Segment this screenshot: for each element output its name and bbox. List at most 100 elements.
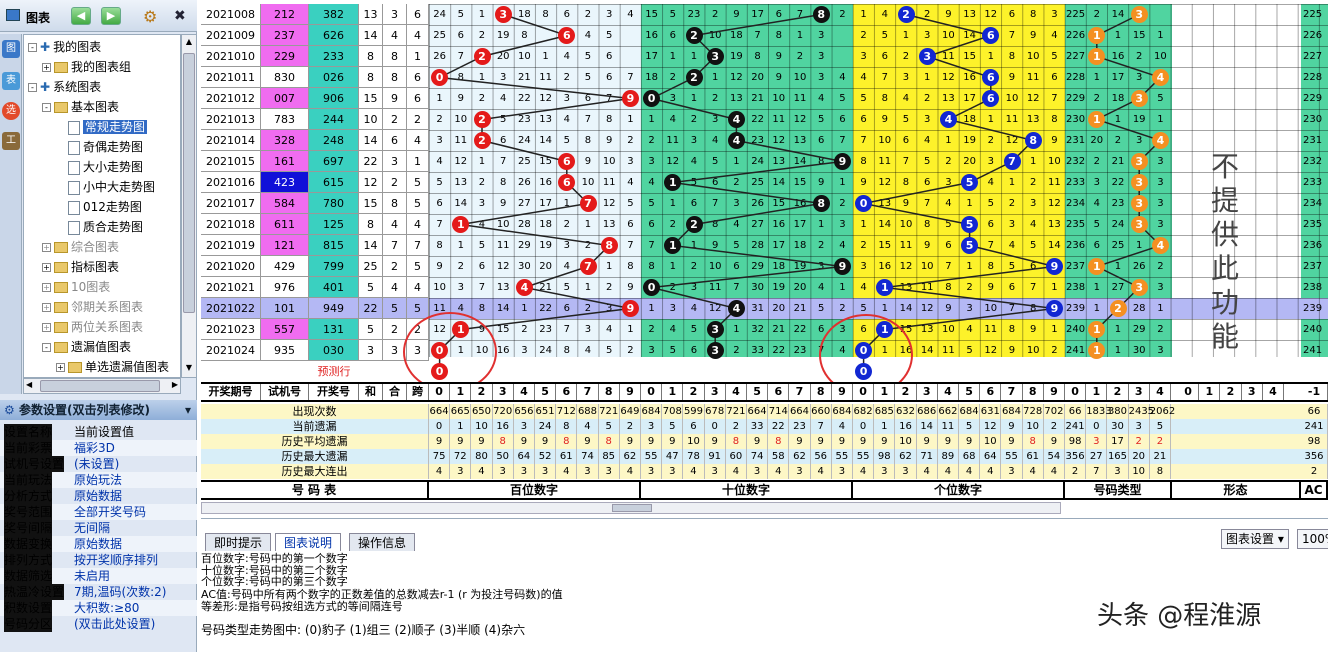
tab-chart-description[interactable]: 图表说明: [275, 533, 342, 551]
tree-node[interactable]: - 基本图表: [42, 97, 119, 117]
stat-units: 4: [853, 464, 875, 479]
tree-node[interactable]: + 单选遗漏值图表: [56, 357, 169, 377]
stat-tens: 6: [683, 419, 705, 434]
chart-tool-icon[interactable]: 图: [2, 40, 20, 58]
expand-toggle-icon[interactable]: +: [42, 263, 51, 272]
tree-node[interactable]: 奇偶走势图: [56, 137, 143, 157]
expand-toggle-icon[interactable]: +: [42, 323, 51, 332]
param-row[interactable]: 数据筛选 未启用: [0, 568, 197, 584]
expand-toggle-icon[interactable]: -: [42, 343, 51, 352]
expand-toggle-icon[interactable]: +: [42, 63, 51, 72]
stat-tens: 47: [662, 449, 684, 464]
stat-hundreds: 9: [577, 434, 599, 449]
params-header[interactable]: ⚙ 参数设置(双击列表修改) ▾: [0, 400, 197, 420]
stat-units: 662: [938, 404, 959, 419]
tree-node[interactable]: +10图表: [42, 277, 110, 297]
tree-node[interactable]: 小中大走势图: [56, 177, 155, 197]
param-row[interactable]: 分析方式 原始数据: [0, 488, 197, 504]
param-value: 原始数据: [74, 537, 123, 551]
tree-node[interactable]: - ✚ 我的图表: [28, 37, 101, 57]
param-row[interactable]: 积数设置 大积数:≥80: [0, 600, 197, 616]
header-tail: 合: [383, 384, 407, 400]
header-tens-digit: 5: [747, 384, 769, 400]
h-scroll-thumb[interactable]: [40, 380, 160, 392]
tree-node[interactable]: - ✚ 系统图表: [28, 77, 101, 97]
param-row[interactable]: 试机号设置 (未设置): [0, 456, 197, 472]
table-tool-icon[interactable]: 表: [2, 72, 20, 90]
expand-toggle-icon[interactable]: +: [56, 363, 65, 372]
tree-node[interactable]: + 指标图表: [42, 257, 119, 277]
tree-horizontal-scrollbar[interactable]: ◀ ▶: [23, 378, 181, 394]
param-row[interactable]: 当前彩票 福彩3D: [0, 440, 197, 456]
stat-units: 98: [874, 449, 896, 464]
header-type: 2: [1107, 384, 1129, 400]
tree-node[interactable]: - 遗漏值图表: [42, 337, 131, 357]
tree-node[interactable]: + 邻期关系图表: [42, 297, 143, 317]
param-row[interactable]: 设置名称 当前设置值: [0, 424, 197, 440]
stat-type: 380: [1107, 404, 1129, 419]
footer-cell: 个位数字: [853, 482, 1065, 498]
expand-toggle-icon[interactable]: -: [28, 83, 37, 92]
expand-toggle-icon[interactable]: +: [42, 243, 51, 252]
tree-node[interactable]: 质合走势图: [56, 217, 143, 237]
param-row[interactable]: 奖号间隔 无间隔: [0, 520, 197, 536]
chart-setting-select[interactable]: 图表设置 ▾: [1221, 529, 1289, 549]
header-shape: 3: [1242, 384, 1263, 400]
back-button[interactable]: ◀: [71, 7, 91, 25]
expand-toggle-icon[interactable]: +: [42, 303, 51, 312]
tree-node[interactable]: 大小走势图: [56, 157, 143, 177]
scroll-down-icon[interactable]: ▼: [183, 363, 195, 375]
folder-icon: [54, 302, 68, 313]
stat-type: 17: [1107, 434, 1129, 449]
gear-icon[interactable]: ⚙: [143, 7, 157, 26]
hit-marker: 5: [961, 237, 979, 254]
forward-button[interactable]: ▶: [101, 7, 121, 25]
tree-node[interactable]: 常规走势图: [56, 117, 148, 137]
chart-scroll-thumb[interactable]: [612, 504, 652, 512]
expand-toggle-icon[interactable]: -: [42, 103, 51, 112]
collapse-icon[interactable]: ▾: [185, 400, 191, 420]
chart-horizontal-scrollbar[interactable]: [201, 502, 1061, 514]
param-row[interactable]: 排列方式 按开奖顺序排列: [0, 552, 197, 568]
header-shape: 1: [1199, 384, 1221, 400]
tools-icon[interactable]: 工: [2, 132, 20, 150]
expand-toggle-icon[interactable]: +: [42, 283, 51, 292]
tree-node[interactable]: + 两位关系图表: [42, 317, 143, 337]
stat-type: 2: [1129, 434, 1150, 449]
header-hundreds-digit: 0: [429, 384, 451, 400]
hit-marker: 3: [1130, 216, 1148, 233]
stat-hundreds: 664: [429, 404, 451, 419]
param-row[interactable]: 热温冷设置 7期,温码(次数:2): [0, 584, 197, 600]
param-row[interactable]: 数据变换 原始数据: [0, 536, 197, 552]
tree-node[interactable]: + 我的图表组: [42, 57, 131, 77]
tree-node[interactable]: 012走势图: [56, 197, 142, 217]
stat-units: 1: [874, 419, 896, 434]
param-row[interactable]: 号码分区 (双击此处设置): [0, 616, 197, 632]
stat-units: 684: [1001, 404, 1023, 419]
stat-tens: 3: [641, 464, 663, 479]
scroll-left-icon[interactable]: ◀: [26, 380, 32, 389]
param-row[interactable]: 当前玩法 原始玩法: [0, 472, 197, 488]
stat-hundreds: 5: [599, 419, 620, 434]
tab-operation-info[interactable]: 操作信息: [349, 533, 416, 551]
stat-tens: 58: [768, 449, 790, 464]
param-row[interactable]: 奖号范围 全部开奖号码: [0, 504, 197, 520]
hit-marker: 4: [727, 300, 745, 317]
scroll-right-icon[interactable]: ▶: [172, 380, 178, 389]
tree-node[interactable]: + 综合图表: [42, 237, 119, 257]
stat-hundreds: 8: [556, 434, 578, 449]
tree-vertical-scrollbar[interactable]: ▲ ▼: [181, 34, 197, 378]
close-icon[interactable]: ✖: [174, 8, 186, 24]
tab-instant-tips[interactable]: 即时提示: [205, 533, 272, 551]
scroll-up-icon[interactable]: ▲: [183, 37, 195, 49]
hit-marker: 9: [833, 258, 851, 275]
select-tool-icon[interactable]: 选: [2, 102, 20, 120]
header-units-digit: 7: [1001, 384, 1023, 400]
expand-toggle-icon[interactable]: -: [28, 43, 37, 52]
header-hundreds-digit: 1: [450, 384, 472, 400]
scroll-thumb[interactable]: [183, 53, 195, 313]
zoom-select[interactable]: 100%: [1297, 529, 1328, 549]
stat-hundreds: 50: [493, 449, 514, 464]
stat-type: 27: [1086, 449, 1108, 464]
left-panel: 图表 ◀ ▶ ⚙ ✖ 图 表 选 工 - ✚ 我的图表 + 我的图表组 - ✚ 系统图表 - 基本…: [0, 0, 197, 652]
